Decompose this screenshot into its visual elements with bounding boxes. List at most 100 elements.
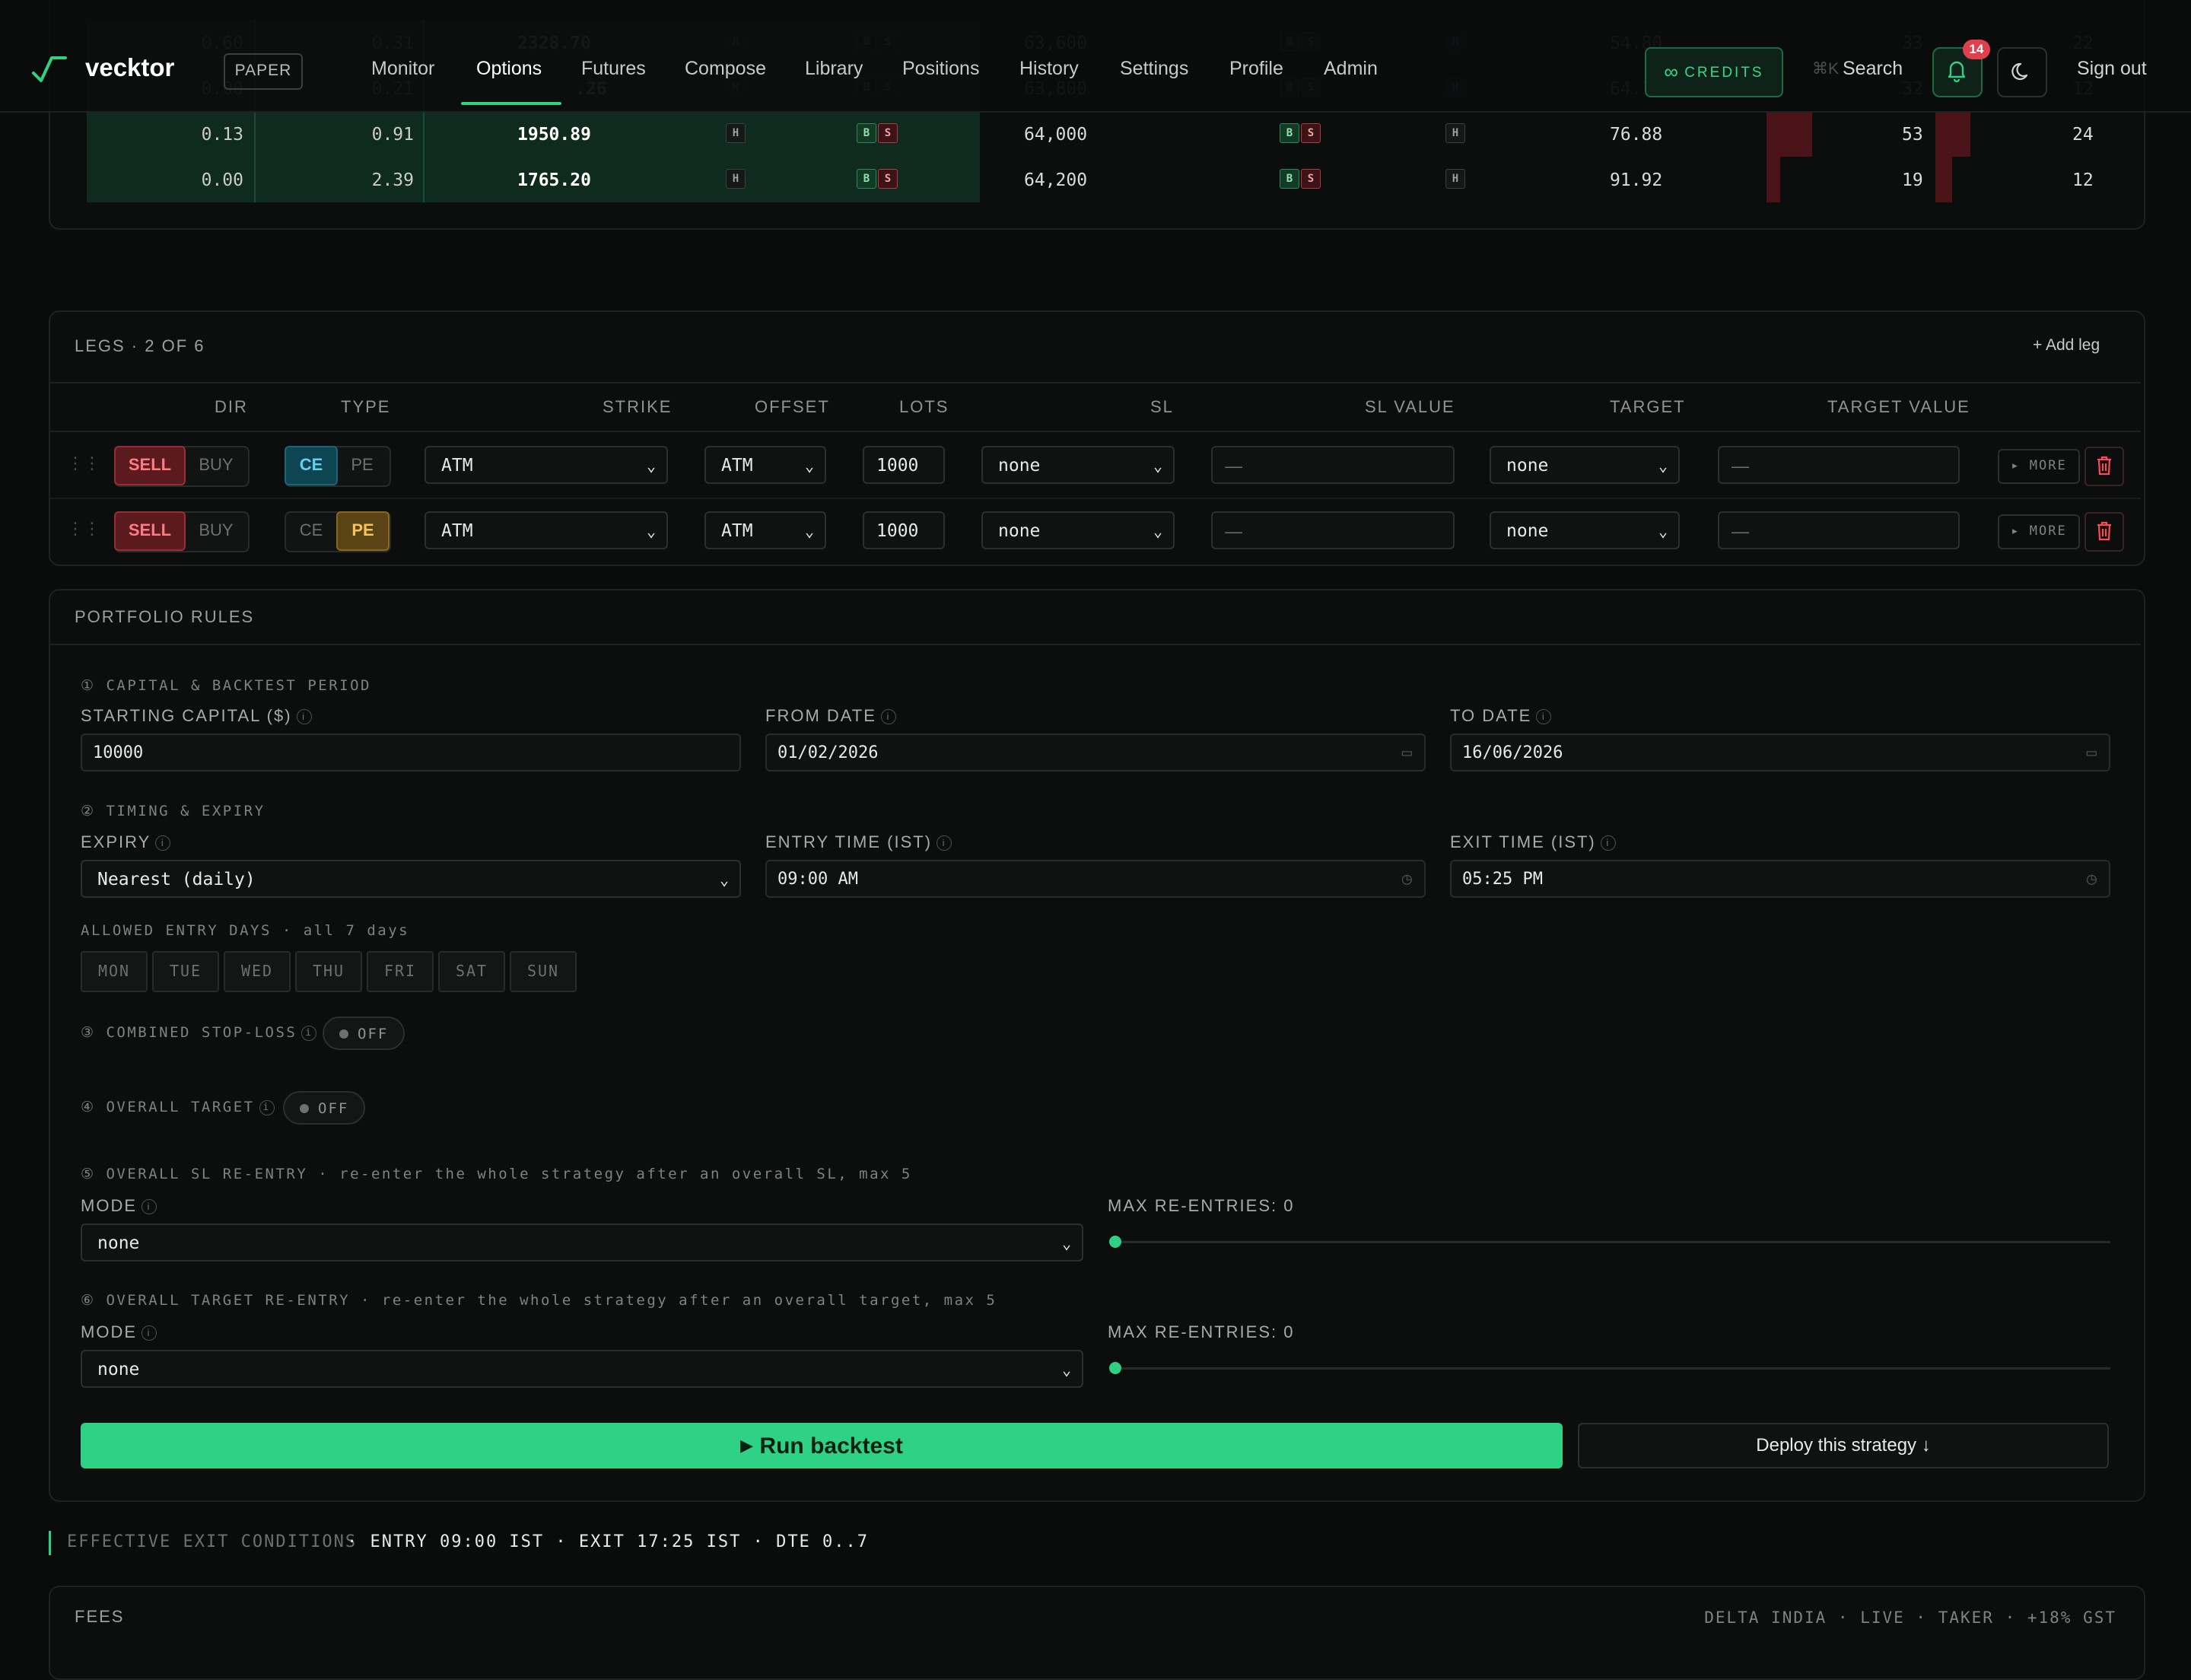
drag-handle-icon[interactable]: ⋮⋮	[67, 519, 100, 539]
leg2-delete-button[interactable]	[2084, 512, 2124, 552]
put-hold-button[interactable]: H	[1445, 123, 1465, 143]
put-oi: 53	[1902, 125, 1923, 145]
leg1-target-value-input[interactable]: —	[1718, 446, 1960, 484]
from-date-input[interactable]: 01/02/2026 ▭	[765, 733, 1426, 772]
add-leg-button[interactable]: + Add leg	[2033, 336, 2100, 355]
sl-max-reentries-knob[interactable]	[1109, 1236, 1121, 1248]
nav-settings[interactable]: Settings	[1120, 58, 1188, 80]
drag-handle-icon[interactable]: ⋮⋮	[67, 453, 100, 473]
day-tue[interactable]: TUE	[152, 951, 219, 992]
leg2-target-value-input[interactable]: —	[1718, 511, 1960, 549]
to-date-input[interactable]: 16/06/2026 ▭	[1450, 733, 2110, 772]
day-fri[interactable]: FRI	[367, 951, 434, 992]
theme-toggle-button[interactable]	[1997, 47, 2047, 97]
chain-row: 0.13 0.91 1950.89 H B S 64,000 B S H 76.88 53 24	[0, 111, 2191, 157]
leg2-buy-option[interactable]: BUY	[184, 513, 248, 548]
nav-monitor[interactable]: Monitor	[371, 58, 434, 80]
toggle-dot	[300, 1104, 309, 1113]
leg1-direction-toggle[interactable]: SELL BUY	[114, 446, 250, 487]
leg2-direction-toggle[interactable]: SELL BUY	[114, 511, 250, 552]
day-sun[interactable]: SUN	[510, 951, 577, 992]
day-thu[interactable]: THU	[295, 951, 362, 992]
leg2-ce-option[interactable]: CE	[286, 513, 336, 548]
leg2-type-toggle[interactable]: CE PE	[285, 511, 391, 552]
put-buy-button[interactable]: B	[1280, 169, 1299, 189]
target-max-reentries-knob[interactable]	[1109, 1362, 1121, 1374]
target-max-reentries-label: MAX RE-ENTRIES: 0	[1108, 1322, 1295, 1341]
call-iv: 2.39	[371, 170, 414, 190]
chevron-down-icon: ⌄	[1061, 1360, 1071, 1379]
leg1-sell-option[interactable]: SELL	[114, 446, 186, 485]
leg1-lots-input[interactable]: 1000	[863, 446, 945, 484]
day-wed[interactable]: WED	[224, 951, 291, 992]
leg2-sl-value-input[interactable]: —	[1211, 511, 1455, 549]
leg1-buy-option[interactable]: BUY	[184, 447, 248, 482]
sign-out-link[interactable]: Sign out	[2077, 58, 2147, 80]
target-reentry-mode-select[interactable]: none ⌄	[81, 1350, 1083, 1388]
put-hold-button[interactable]: H	[1445, 169, 1465, 189]
leg2-pe-option[interactable]: PE	[336, 511, 390, 551]
leg2-more-button[interactable]: ▸ MORE	[1998, 514, 2080, 549]
info-icon: i	[1536, 709, 1552, 725]
leg1-delete-button[interactable]	[2084, 447, 2124, 486]
call-hold-button[interactable]: H	[726, 169, 746, 189]
info-icon: i	[937, 835, 952, 851]
leg1-ce-option[interactable]: CE	[285, 446, 338, 485]
leg1-type-toggle[interactable]: CE PE	[285, 446, 391, 487]
put-buy-button[interactable]: B	[1280, 123, 1299, 143]
put-sell-button[interactable]: S	[1301, 123, 1321, 143]
nav-library[interactable]: Library	[805, 58, 863, 80]
run-backtest-button[interactable]: ▶ Run backtest	[81, 1423, 1563, 1468]
call-sell-button[interactable]: S	[878, 123, 898, 143]
section-capital-label: ① CAPITAL & BACKTEST PERIOD	[81, 677, 371, 694]
leg1-more-button[interactable]: ▸ MORE	[1998, 449, 2080, 484]
starting-capital-input[interactable]: 10000	[81, 733, 741, 772]
leg1-pe-option[interactable]: PE	[336, 447, 388, 482]
entry-time-input[interactable]: 09:00 AM ◷	[765, 860, 1426, 898]
leg1-offset-select[interactable]: ATM ⌄	[704, 446, 826, 484]
call-sell-button[interactable]: S	[878, 169, 898, 189]
leg1-strike-select[interactable]: ATM ⌄	[425, 446, 668, 484]
leg2-target-select[interactable]: none ⌄	[1490, 511, 1680, 549]
day-sat[interactable]: SAT	[438, 951, 505, 992]
nav-profile[interactable]: Profile	[1229, 58, 1283, 80]
sl-max-reentries-slider[interactable]	[1114, 1241, 2110, 1243]
call-buy-button[interactable]: B	[857, 123, 876, 143]
nav-compose[interactable]: Compose	[685, 58, 766, 80]
put-sell-button[interactable]: S	[1301, 169, 1321, 189]
nav-positions[interactable]: Positions	[902, 58, 979, 80]
col-sl: SL	[1150, 397, 1174, 416]
call-buy-button[interactable]: B	[857, 169, 876, 189]
nav-options[interactable]: Options	[476, 58, 542, 80]
exit-time-input[interactable]: 05:25 PM ◷	[1450, 860, 2110, 898]
leg2-sell-option[interactable]: SELL	[114, 511, 186, 551]
legs-header-divider	[50, 431, 2141, 432]
strike-price: 64,200	[1024, 170, 1088, 190]
target-max-reentries-slider[interactable]	[1114, 1367, 2110, 1370]
info-icon: i	[142, 1325, 157, 1341]
leg2-offset-select[interactable]: ATM ⌄	[704, 511, 826, 549]
sl-reentry-mode-select[interactable]: none ⌄	[81, 1223, 1083, 1262]
credits-button[interactable]: ∞ CREDITS	[1645, 47, 1783, 97]
combined-sl-toggle[interactable]: OFF	[323, 1017, 405, 1050]
leg1-sl-select[interactable]: none ⌄	[981, 446, 1175, 484]
leg1-sl-value-input[interactable]: —	[1211, 446, 1455, 484]
info-icon: i	[142, 1199, 157, 1215]
deploy-strategy-button[interactable]: Deploy this strategy ↓	[1578, 1423, 2109, 1468]
leg2-lots-input[interactable]: 1000	[863, 511, 945, 549]
leg2-sl-select[interactable]: none ⌄	[981, 511, 1175, 549]
day-mon[interactable]: MON	[81, 951, 148, 992]
nav-admin[interactable]: Admin	[1324, 58, 1378, 80]
leg2-strike-select[interactable]: ATM ⌄	[425, 511, 668, 549]
overall-target-toggle[interactable]: OFF	[283, 1091, 365, 1125]
nav-futures[interactable]: Futures	[581, 58, 646, 80]
expiry-select[interactable]: Nearest (daily) ⌄	[81, 860, 741, 898]
brand-name[interactable]: vecktor	[85, 53, 174, 82]
nav-history[interactable]: History	[1019, 58, 1079, 80]
call-oi-change: 0.13	[201, 125, 243, 145]
leg1-target-select[interactable]: none ⌄	[1490, 446, 1680, 484]
search-button[interactable]: Search	[1843, 58, 1903, 80]
entry-days-label: ALLOWED ENTRY DAYS · all 7 days	[81, 922, 410, 939]
call-hold-button[interactable]: H	[726, 123, 746, 143]
vecktor-logo-icon[interactable]	[32, 55, 67, 85]
